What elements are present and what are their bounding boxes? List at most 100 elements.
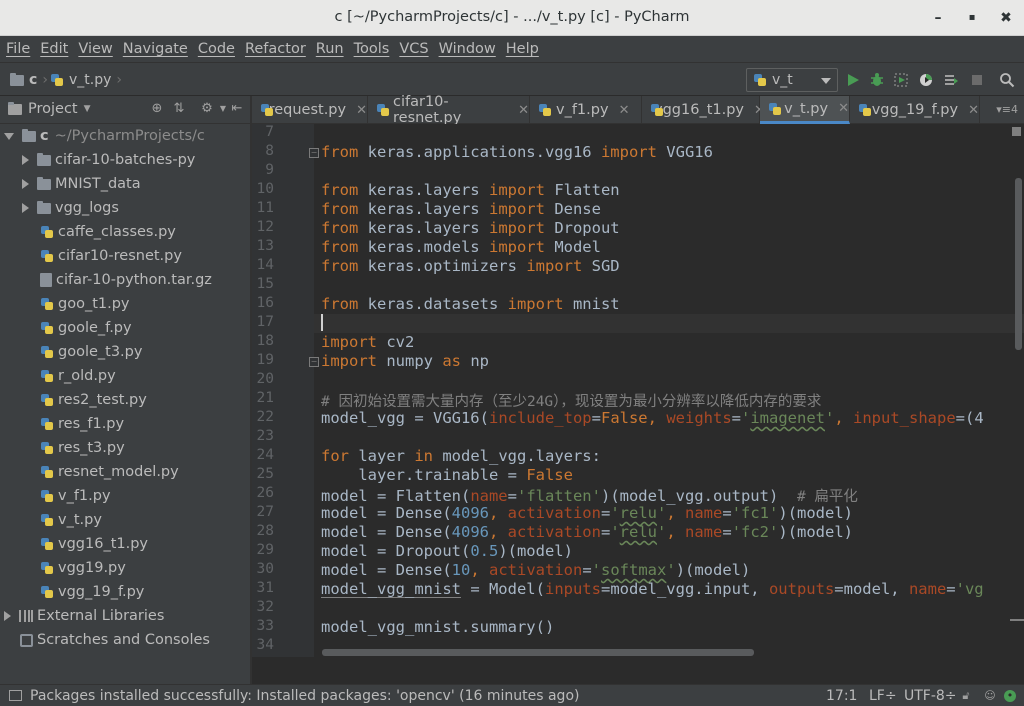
line-separator[interactable]: LF÷ xyxy=(869,688,897,704)
locate-file-icon[interactable]: ⊕ xyxy=(150,102,164,116)
code-line: model = Dense(10, activation='softmax')(… xyxy=(321,561,751,579)
menu-refactor[interactable]: Refactor xyxy=(245,41,306,57)
menu-code[interactable]: Code xyxy=(198,41,235,57)
gear-icon[interactable]: ⚙ xyxy=(200,102,214,116)
tool-windows-icon[interactable] xyxy=(9,690,22,701)
expand-arrow-icon[interactable] xyxy=(4,611,11,621)
file-encoding[interactable]: UTF-8÷ xyxy=(904,688,957,704)
tree-item-file[interactable]: goo_t1.py xyxy=(0,292,250,316)
tree-item-external-libraries[interactable]: External Libraries xyxy=(0,604,250,628)
tree-item-file[interactable]: vgg_19_f.py xyxy=(0,580,250,604)
close-icon[interactable]: ✕ xyxy=(619,103,630,118)
menu-vcs[interactable]: VCS xyxy=(399,41,428,57)
tab-v-t[interactable]: v_t.py ✕ xyxy=(760,96,850,124)
tree-item-file[interactable]: cifar10-resnet.py xyxy=(0,244,250,268)
error-stripe-mark[interactable] xyxy=(1010,619,1024,621)
tree-item-folder[interactable]: vgg_logs xyxy=(0,196,250,220)
minimize-button[interactable]: – xyxy=(927,7,949,29)
run-concurrency-icon[interactable] xyxy=(943,72,959,88)
vertical-scrollbar[interactable] xyxy=(1015,178,1022,350)
close-window-button[interactable]: ✖ xyxy=(995,7,1017,29)
status-message[interactable]: Packages installed successfully: Install… xyxy=(30,688,579,704)
inspector-icon[interactable]: ☺︎ xyxy=(984,690,996,702)
tree-item-file[interactable]: res2_test.py xyxy=(0,388,250,412)
caret-position[interactable]: 17:1 xyxy=(826,688,857,704)
line-number: 29 xyxy=(256,542,274,558)
fold-marker-icon[interactable]: − xyxy=(309,148,319,158)
expand-arrow-icon[interactable] xyxy=(4,132,14,140)
expand-arrow-icon[interactable] xyxy=(22,179,29,189)
hide-panel-icon[interactable]: ⇤ xyxy=(230,102,244,116)
tab-label: v_t.py xyxy=(784,100,829,117)
lock-icon[interactable]: 🔓︎ xyxy=(960,690,972,702)
code-line: model_vgg_mnist.summary() xyxy=(321,618,555,636)
stop-icon[interactable] xyxy=(969,72,985,88)
close-icon[interactable]: ✕ xyxy=(356,103,367,118)
fold-marker-icon[interactable]: − xyxy=(309,357,319,367)
menu-run[interactable]: Run xyxy=(316,41,344,57)
tree-item-file[interactable]: res_t3.py xyxy=(0,436,250,460)
inspection-status-icon[interactable] xyxy=(1012,127,1021,136)
code-line: from keras.applications.vgg16 import VGG… xyxy=(321,143,713,161)
line-number: 26 xyxy=(256,485,274,501)
close-icon[interactable]: ✕ xyxy=(518,103,529,118)
run-configuration-select[interactable]: v_t xyxy=(746,68,838,92)
chevron-right-icon: › xyxy=(42,72,48,88)
maximize-button[interactable]: ▪ xyxy=(961,7,983,29)
tree-item-file[interactable]: caffe_classes.py xyxy=(0,220,250,244)
horizontal-scrollbar[interactable] xyxy=(322,649,754,656)
tree-item-file[interactable]: goole_f.py xyxy=(0,316,250,340)
menu-file[interactable]: File xyxy=(6,41,30,57)
coverage-icon[interactable] xyxy=(893,72,909,88)
tab-request[interactable]: request.py ✕ xyxy=(252,96,368,124)
tree-item-label: cifar-10-batches-py xyxy=(55,152,196,168)
tab-vgg-19-f[interactable]: vgg_19_f.py ✕ xyxy=(850,96,980,124)
search-icon[interactable] xyxy=(999,72,1015,88)
debug-icon[interactable] xyxy=(869,72,885,88)
menu-view[interactable]: View xyxy=(78,41,112,57)
tree-item-file[interactable]: vgg19.py xyxy=(0,556,250,580)
menu-help[interactable]: Help xyxy=(506,41,539,57)
tree-item-file[interactable]: res_f1.py xyxy=(0,412,250,436)
menu-navigate[interactable]: Navigate xyxy=(123,41,188,57)
tree-item-file[interactable]: resnet_model.py xyxy=(0,460,250,484)
close-icon[interactable]: ✕ xyxy=(968,103,979,118)
tree-item-file[interactable]: r_old.py xyxy=(0,364,250,388)
collapse-all-icon[interactable]: ⇅ xyxy=(172,102,186,116)
code-line: model = Dense(4096, activation='relu', n… xyxy=(321,523,854,541)
tree-item-folder[interactable]: MNIST_data xyxy=(0,172,250,196)
event-log-icon[interactable]: • xyxy=(1004,690,1016,702)
tree-item-file[interactable]: v_t.py xyxy=(0,508,250,532)
line-number: 17 xyxy=(256,314,274,330)
code-line: model_vgg = VGG16(include_top=False, wei… xyxy=(321,409,984,427)
tree-item-file[interactable]: cifar-10-python.tar.gz xyxy=(0,268,250,292)
breadcrumb-file[interactable]: v_t.py › xyxy=(50,72,122,88)
breadcrumb-project[interactable]: c › xyxy=(10,72,48,88)
tab-vgg16-t1[interactable]: vgg16_t1.py ✕ xyxy=(642,96,765,124)
python-file-icon xyxy=(40,393,54,407)
tree-item-folder[interactable]: cifar-10-batches-py xyxy=(0,148,250,172)
tree-item-file[interactable]: goole_t3.py xyxy=(0,340,250,364)
line-number: 15 xyxy=(256,276,274,292)
python-file-icon xyxy=(768,102,782,116)
tree-item-label: caffe_classes.py xyxy=(58,224,176,240)
run-icon[interactable] xyxy=(845,72,861,88)
menu-edit[interactable]: Edit xyxy=(40,41,68,57)
expand-arrow-icon[interactable] xyxy=(22,155,29,165)
tree-item-file[interactable]: vgg16_t1.py xyxy=(0,532,250,556)
tree-root[interactable]: c ~/PycharmProjects/c xyxy=(0,124,250,148)
folder-icon xyxy=(37,176,51,190)
menu-window[interactable]: Window xyxy=(439,41,496,57)
chevron-down-icon[interactable]: ▼ xyxy=(216,102,230,116)
tab-v-f1[interactable]: v_f1.py ✕ xyxy=(530,96,642,124)
close-icon[interactable]: ✕ xyxy=(838,101,849,116)
profile-icon[interactable] xyxy=(918,72,934,88)
project-view-selector[interactable]: Project ▼ xyxy=(8,101,91,117)
tabs-overflow-button[interactable]: ▾≡4 xyxy=(996,103,1018,116)
menu-tools[interactable]: Tools xyxy=(354,41,390,57)
tree-item-file[interactable]: v_f1.py xyxy=(0,484,250,508)
tree-item-scratches[interactable]: Scratches and Consoles xyxy=(0,628,250,652)
expand-arrow-icon[interactable] xyxy=(22,203,29,213)
tab-cifar10-resnet[interactable]: cifar10-resnet.py ✕ xyxy=(368,94,530,126)
code-editor[interactable]: 7 8 9 10 11 12 13 14 15 16 17 18 19 20 2… xyxy=(252,124,1024,657)
